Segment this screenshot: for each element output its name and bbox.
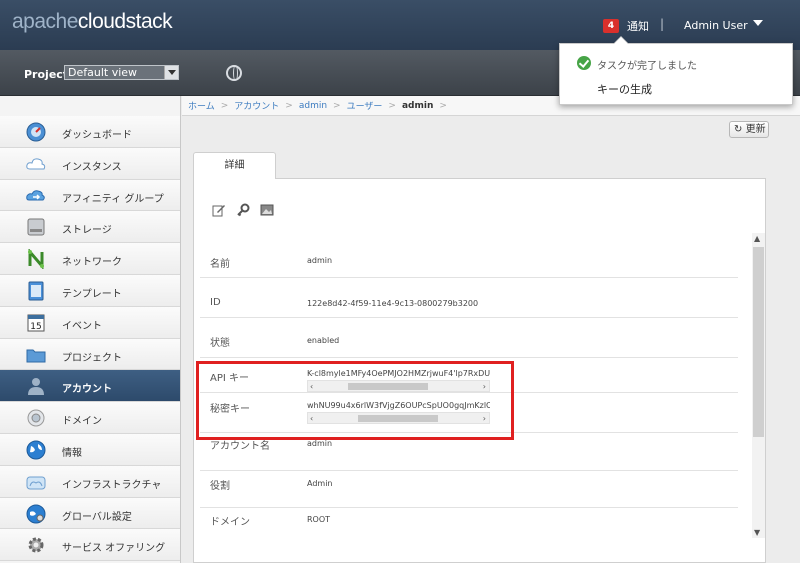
sidebar: ダッシュボード インスタンス アフィニティ グループ ストレージ ネットワーク … [0, 96, 181, 563]
detail-key: 役割 [210, 481, 230, 492]
detail-scrollbar[interactable]: ▲ ▼ [752, 233, 765, 538]
detail-key: 状態 [210, 338, 230, 349]
folder-icon [26, 349, 46, 363]
cloud-icon [26, 158, 46, 170]
detail-key: ドメイン [210, 517, 250, 528]
detail-value: 122e8d42-4f59-11e4-9c13-0800279b3200 [307, 299, 479, 308]
detail-value: ROOT [307, 515, 331, 524]
breadcrumb-current-user: admin [401, 100, 434, 111]
image-icon[interactable] [260, 203, 274, 217]
user-menu[interactable]: Admin User [684, 19, 748, 32]
detail-key: ID [210, 297, 221, 308]
detail-row-state: 状態 enabled [200, 318, 738, 358]
sidebar-item-service-offerings[interactable]: サービス オファリング [0, 529, 180, 562]
refresh-button[interactable]: ↻ 更新 [729, 121, 769, 138]
notification-title: タスクが完了しました [597, 61, 697, 72]
detail-value: Admin [307, 479, 333, 488]
notifications-button[interactable]: 4 通知 [603, 18, 649, 34]
network-icon [28, 249, 44, 270]
tab-details[interactable]: 詳細 [193, 152, 276, 179]
sidebar-item-global-settings[interactable]: グローバル設定 [0, 497, 180, 530]
key-icon[interactable] [236, 203, 250, 217]
infrastructure-icon [26, 476, 46, 490]
storage-icon [27, 218, 45, 236]
sidebar-item-accounts[interactable]: アカウント [0, 370, 180, 403]
breadcrumb-home[interactable]: ホーム [188, 99, 215, 112]
notification-popup: タスクが完了しました キーの生成 [559, 36, 793, 105]
notification-task[interactable]: キーの生成 [597, 81, 652, 97]
detail-row-name: 名前 admin [200, 238, 738, 278]
scroll-down-icon[interactable]: ▼ [754, 528, 760, 537]
sidebar-item-templates[interactable]: テンプレート [0, 274, 180, 307]
highlight-box [196, 361, 514, 440]
notification-count-badge: 4 [603, 19, 619, 33]
globe-icon[interactable] [226, 65, 242, 81]
sidebar-item-affinity-groups[interactable]: アフィニティ グループ [0, 179, 180, 212]
cloudstack-logo[interactable]: apachecloudstack [12, 10, 173, 34]
detail-key: 名前 [210, 259, 230, 270]
globe-icon [26, 440, 46, 460]
template-icon [28, 281, 44, 301]
detail-row-domain: ドメイン ROOT [200, 508, 738, 548]
gear-icon [28, 537, 44, 553]
dropdown-arrow-icon [164, 66, 178, 79]
breadcrumb-users[interactable]: ユーザー [347, 99, 383, 112]
action-toolbar [212, 203, 274, 217]
chevron-down-icon[interactable] [753, 20, 763, 26]
detail-row-id: ID 122e8d42-4f59-11e4-9c13-0800279b3200 [200, 278, 738, 318]
check-icon [577, 56, 591, 70]
detail-value: enabled [307, 336, 340, 345]
sidebar-item-dashboard[interactable]: ダッシュボード [0, 116, 180, 148]
detail-value: admin [307, 439, 333, 448]
edit-icon[interactable] [212, 203, 226, 217]
user-icon [28, 378, 44, 396]
sidebar-item-projects[interactable]: プロジェクト [0, 338, 180, 371]
refresh-icon: ↻ [734, 124, 743, 135]
sidebar-item-instances[interactable]: インスタンス [0, 147, 180, 180]
domain-icon [27, 409, 45, 427]
sidebar-item-events[interactable]: 15 イベント [0, 306, 180, 339]
scroll-up-icon[interactable]: ▲ [754, 234, 760, 243]
header-separator: | [660, 17, 665, 31]
breadcrumb-account-admin[interactable]: admin [299, 101, 327, 111]
breadcrumb-accounts[interactable]: アカウント [234, 99, 279, 112]
global-settings-icon [26, 504, 46, 524]
notifications-label: 通知 [627, 20, 649, 33]
project-select[interactable]: Default view [64, 65, 179, 80]
sidebar-item-infrastructure[interactable]: インフラストラクチャ [0, 465, 180, 498]
sidebar-item-storage[interactable]: ストレージ [0, 211, 180, 244]
affinity-group-icon [26, 189, 45, 201]
detail-value: admin [307, 256, 333, 265]
detail-row-role: 役割 Admin [200, 471, 738, 508]
svg-text:15: 15 [30, 322, 41, 332]
sidebar-item-info[interactable]: 情報 [0, 433, 180, 466]
sidebar-item-network[interactable]: ネットワーク [0, 243, 180, 275]
calendar-icon: 15 [27, 314, 45, 332]
dashboard-icon [26, 122, 46, 142]
sidebar-item-domains[interactable]: ドメイン [0, 402, 180, 434]
